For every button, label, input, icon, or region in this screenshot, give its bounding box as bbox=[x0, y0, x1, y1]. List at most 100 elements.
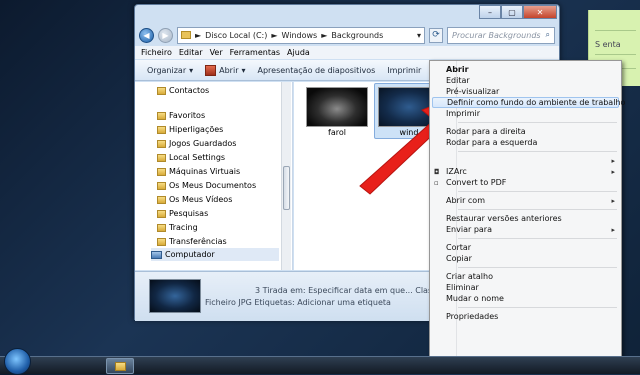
folder-icon bbox=[115, 362, 126, 371]
menu-item-propriedades[interactable]: Propriedades bbox=[432, 311, 619, 322]
maximize-button[interactable]: ▢ bbox=[501, 5, 523, 19]
search-icon: ⌕ bbox=[545, 30, 550, 39]
submenu-arrow-icon: ▸ bbox=[611, 156, 615, 165]
menu-item-mudar-o-nome[interactable]: Mudar o nome bbox=[432, 293, 619, 304]
menu-item-enviar-para[interactable]: Enviar para ▸ bbox=[432, 224, 619, 235]
address-row: ◀ ▶ ► Disco Local (C:) ► Windows ► Backg… bbox=[139, 25, 555, 45]
menu-item-restaurar-versoes-anteriores[interactable]: Restaurar versões anteriores bbox=[432, 213, 619, 224]
submenu-arrow-icon: ▸ bbox=[611, 167, 615, 176]
menu-item-label: Editar bbox=[446, 76, 470, 85]
menu-item-label: Abrir bbox=[446, 65, 469, 74]
nav-item-os-meus-documentos[interactable]: Os Meus Documentos bbox=[157, 179, 256, 192]
menu-item-label: IZArc bbox=[446, 167, 467, 176]
menu-item-label: Abrir com bbox=[446, 196, 485, 205]
menu-item-editar[interactable]: Editar bbox=[432, 75, 619, 86]
folder-icon bbox=[157, 125, 166, 134]
organize-button[interactable]: Organizar ▾ bbox=[147, 66, 193, 75]
nav-item-pesquisas[interactable]: Pesquisas bbox=[157, 207, 208, 220]
chevron-down-icon: ▾ bbox=[189, 65, 194, 75]
nav-item-os-meus-videos[interactable]: Os Meus Vídeos bbox=[157, 193, 232, 206]
nav-scrollbar[interactable] bbox=[281, 82, 291, 270]
menu-item-eliminar[interactable]: Eliminar bbox=[432, 282, 619, 293]
menu-item-label: Criar atalho bbox=[446, 272, 493, 281]
menu-tools[interactable]: Ferramentas bbox=[230, 48, 280, 57]
chevron-down-icon[interactable]: ▾ bbox=[417, 31, 421, 40]
forward-button[interactable]: ▶ bbox=[158, 27, 173, 43]
start-button[interactable] bbox=[4, 348, 31, 375]
menu-item-blank[interactable]: ▸ bbox=[432, 155, 619, 166]
minimize-button[interactable]: – bbox=[479, 5, 501, 19]
menu-bar: Ficheiro Editar Ver Ferramentas Ajuda bbox=[135, 46, 559, 59]
sticky-line bbox=[595, 54, 636, 55]
menu-item-izarc[interactable]: ◘ IZArc ▸ bbox=[432, 166, 619, 177]
address-bar[interactable]: ► Disco Local (C:) ► Windows ► Backgroun… bbox=[177, 26, 425, 44]
menu-edit[interactable]: Editar bbox=[179, 48, 203, 57]
nav-item-maquinas-virtuais[interactable]: Máquinas Virtuais bbox=[157, 165, 240, 178]
menu-item-abrir-com[interactable]: Abrir com ▸ bbox=[432, 195, 619, 206]
submenu-arrow-icon: ▸ bbox=[611, 196, 615, 205]
breadcrumb-separator: ► bbox=[195, 30, 202, 40]
slideshow-button[interactable]: Apresentação de diapositivos bbox=[258, 66, 376, 75]
nav-item-contactos[interactable]: Contactos bbox=[157, 84, 209, 97]
computer-icon bbox=[151, 250, 162, 259]
sticky-note-text: S enta bbox=[595, 40, 621, 49]
breadcrumb-separator: ► bbox=[271, 30, 278, 40]
menu-help[interactable]: Ajuda bbox=[287, 48, 310, 57]
menu-item-cortar[interactable]: Cortar bbox=[432, 242, 619, 253]
menu-view[interactable]: Ver bbox=[210, 48, 223, 57]
nav-item-favoritos[interactable]: Favoritos bbox=[157, 109, 205, 122]
menu-separator bbox=[458, 209, 617, 210]
folder-icon bbox=[157, 86, 166, 95]
nav-item-computador[interactable]: Computador bbox=[151, 248, 279, 261]
pdf-icon: ▫ bbox=[434, 178, 439, 187]
menu-item-definir-como-fundo-do-ambiente-de-trabalho[interactable]: Definir como fundo do ambiente de trabal… bbox=[432, 97, 625, 108]
menu-item-copiar[interactable]: Copiar bbox=[432, 253, 619, 264]
menu-item-label: Convert to PDF bbox=[446, 178, 507, 187]
print-button[interactable]: Imprimir bbox=[387, 66, 421, 75]
nav-item-hiperligacoes[interactable]: Hiperligações bbox=[157, 123, 223, 136]
nav-item-jogos-guardados[interactable]: Jogos Guardados bbox=[157, 137, 236, 150]
nav-item-tracing[interactable]: Tracing bbox=[157, 221, 198, 234]
navigation-pane: Contactos Favoritos Hiperligações Jogos … bbox=[135, 82, 293, 270]
back-button[interactable]: ◀ bbox=[139, 27, 154, 43]
folder-icon bbox=[157, 153, 166, 162]
taskbar-explorer-button[interactable] bbox=[106, 358, 134, 374]
folder-icon bbox=[157, 209, 166, 218]
breadcrumb-windows[interactable]: Windows bbox=[282, 31, 318, 40]
menu-item-imprimir[interactable]: Imprimir bbox=[432, 108, 619, 119]
open-button[interactable]: Abrir ▾ bbox=[205, 64, 246, 76]
refresh-icon[interactable]: ⟳ bbox=[429, 27, 443, 43]
menu-separator bbox=[458, 307, 617, 308]
menu-item-abrir[interactable]: Abrir bbox=[432, 64, 619, 75]
menu-file[interactable]: Ficheiro bbox=[141, 48, 172, 57]
nav-item-transferencias[interactable]: Transferências bbox=[157, 235, 227, 248]
folder-icon bbox=[157, 139, 166, 148]
menu-separator bbox=[458, 238, 617, 239]
menu-item-pre-visualizar[interactable]: Pré-visualizar bbox=[432, 86, 619, 97]
scrollbar-thumb[interactable] bbox=[283, 166, 290, 210]
menu-item-label: Enviar para bbox=[446, 225, 492, 234]
open-icon bbox=[205, 64, 217, 76]
window-controls: – ▢ ✕ bbox=[479, 5, 557, 21]
folder-icon bbox=[181, 31, 191, 39]
menu-item-label: Pré-visualizar bbox=[446, 87, 500, 96]
search-input[interactable]: Procurar Backgrounds ⌕ bbox=[447, 26, 555, 44]
izarc-icon: ◘ bbox=[434, 167, 440, 176]
chevron-down-icon: ▾ bbox=[241, 65, 246, 75]
breadcrumb-disk[interactable]: Disco Local (C:) bbox=[205, 31, 267, 40]
menu-separator bbox=[458, 191, 617, 192]
sticky-line bbox=[595, 30, 636, 31]
folder-icon bbox=[157, 181, 166, 190]
folder-icon bbox=[157, 167, 166, 176]
nav-item-local-settings[interactable]: Local Settings bbox=[157, 151, 225, 164]
context-menu: Abrir Editar Pré-visualizar Definir como fu… bbox=[429, 60, 625, 361]
breadcrumb-backgrounds[interactable]: Backgrounds bbox=[331, 31, 383, 40]
menu-item-convert-to-pdf[interactable]: ▫ Convert to PDF bbox=[432, 177, 619, 188]
close-button[interactable]: ✕ bbox=[523, 5, 557, 19]
details-line-2: Ficheiro JPG Etiquetas: Adicionar uma et… bbox=[205, 298, 391, 307]
menu-item-rodar-para-a-esquerda[interactable]: Rodar para a esquerda bbox=[432, 137, 619, 148]
menu-item-criar-atalho[interactable]: Criar atalho bbox=[432, 271, 619, 282]
menu-item-rodar-para-a-direita[interactable]: Rodar para a direita bbox=[432, 126, 619, 137]
search-placeholder: Procurar Backgrounds bbox=[452, 30, 541, 40]
folder-icon bbox=[157, 223, 166, 232]
